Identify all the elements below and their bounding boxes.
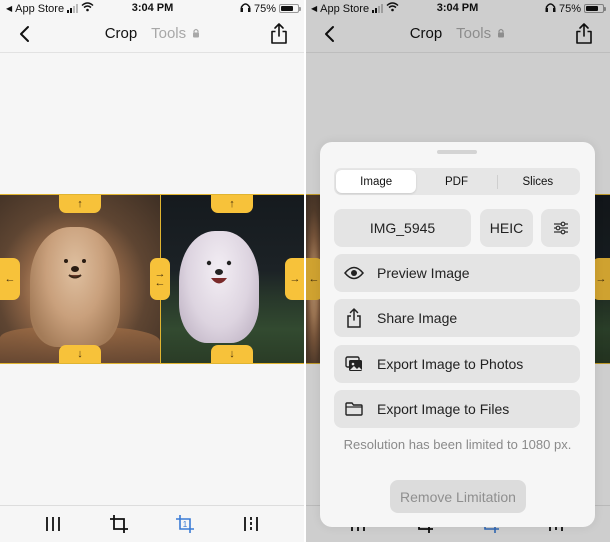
action-label: Export Image to Photos [377, 356, 524, 372]
dog-photo-1[interactable] [0, 195, 160, 363]
headphones-icon [240, 2, 251, 15]
handle-top-1[interactable]: ↑ [59, 195, 101, 213]
tab-label: PDF [444, 175, 468, 188]
split-tool[interactable] [240, 514, 262, 534]
arrow-left-icon: ← [4, 273, 16, 285]
export-to-files-button[interactable]: Export Image to Files [334, 390, 580, 428]
handle-bottom-2[interactable]: ↓ [211, 345, 253, 363]
export-to-photos-button[interactable]: Export Image to Photos [334, 345, 580, 383]
screen-divider [304, 0, 306, 542]
status-bar: ◀ App Store 3:04 PM 75% [0, 0, 305, 17]
file-options-row: IMG_5945 HEIC [334, 209, 581, 247]
crop-screen: ◀ App Store 3:04 PM 75% Crop Tools ↑ ↓ ↑… [0, 0, 305, 542]
crop-icon [110, 515, 128, 533]
preview-image-button[interactable]: Preview Image [334, 254, 580, 292]
sliders-icon [553, 221, 568, 235]
arrow-up-icon: ↑ [229, 198, 235, 210]
dog-face [52, 249, 98, 285]
arrow-up-icon: ↑ [77, 198, 83, 210]
dog-shape [30, 227, 120, 347]
tab-slices[interactable]: Slices [498, 170, 578, 193]
folder-icon [344, 399, 364, 419]
arrow-left-icon: ← [154, 277, 166, 289]
dog-photo-2[interactable] [161, 195, 305, 363]
arrow-right-icon: → [289, 273, 301, 285]
tools-tab[interactable]: Tools [151, 25, 200, 42]
crop-title: Crop [104, 25, 138, 42]
photos-icon [344, 354, 364, 374]
export-sheet: Image PDF Slices IMG_5945 HEIC Preview I… [320, 142, 595, 527]
arrow-down-icon: ↓ [77, 348, 83, 360]
settings-button[interactable] [541, 209, 580, 247]
handle-right[interactable]: → [285, 258, 305, 300]
share-image-button[interactable]: Share Image [334, 299, 580, 337]
resolution-note: Resolution has been limited to 1080 px. [343, 437, 572, 452]
sheet-grabber[interactable] [437, 150, 477, 154]
share-button[interactable] [269, 22, 289, 46]
columns-icon [46, 517, 60, 531]
nav-title: Crop Tools [0, 25, 305, 42]
handle-bottom-1[interactable]: ↓ [59, 345, 101, 363]
remove-limitation-button[interactable]: Remove Limitation [390, 480, 526, 513]
handle-top-2[interactable]: ↑ [211, 195, 253, 213]
export-screen: ◀ App Store 3:04 PM 75% Crop Tools ← → I… [305, 0, 610, 542]
tab-image[interactable]: Image [336, 170, 417, 193]
action-label: Export Image to Files [377, 401, 510, 417]
dog-shape [179, 231, 259, 343]
svg-text:1: 1 [183, 520, 188, 529]
bottom-toolbar: 1 [0, 505, 305, 542]
export-type-segmented-control: Image PDF Slices [334, 168, 580, 195]
share-icon [344, 308, 364, 328]
handle-left[interactable]: ← [0, 258, 20, 300]
action-label: Preview Image [377, 265, 470, 281]
columns-tool[interactable] [42, 514, 64, 534]
battery-icon [279, 4, 301, 13]
split-columns-icon [244, 517, 258, 531]
tools-label: Tools [151, 25, 187, 42]
crop-slice-tool[interactable]: 1 [174, 514, 196, 534]
tab-label: Image [360, 175, 393, 188]
lock-icon [193, 28, 200, 38]
crop-numbered-icon: 1 [176, 515, 194, 533]
nav-bar: Crop Tools [0, 17, 305, 53]
handle-middle[interactable]: → ← [150, 258, 170, 300]
format-selector[interactable]: HEIC [480, 209, 533, 247]
share-icon [271, 23, 287, 44]
tab-label: Slices [522, 175, 554, 188]
image-canvas: ↑ ↓ ↑ ↓ ← → → ← [0, 194, 305, 364]
eye-icon [344, 263, 364, 283]
crop-tool[interactable] [108, 514, 130, 534]
battery-percent: 75% [253, 2, 276, 15]
tab-pdf[interactable]: PDF [416, 170, 496, 193]
arrow-down-icon: ↓ [229, 348, 235, 360]
filename-field[interactable]: IMG_5945 [334, 209, 471, 247]
action-label: Share Image [377, 310, 458, 326]
